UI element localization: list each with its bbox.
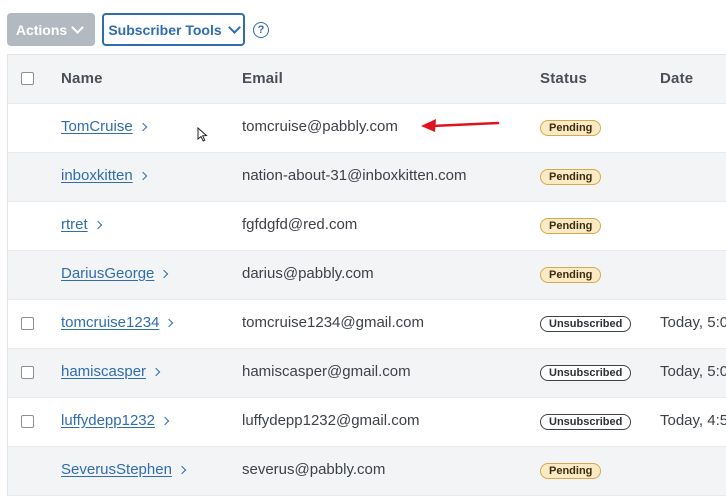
status-badge: Pending (540, 169, 602, 185)
chevron-down-icon (71, 21, 85, 34)
subscriber-name-link[interactable]: rtret (61, 216, 102, 233)
subscriber-name-link[interactable]: SeverusStephen (61, 461, 187, 478)
select-all-checkbox[interactable] (21, 72, 34, 85)
subscriber-date: Today, 4:5 (660, 412, 726, 429)
subscriber-name-link[interactable]: hamiscasper (61, 363, 161, 380)
table-row: hamiscasper hamiscasper@gmail.com Unsubs… (8, 349, 726, 398)
column-header-date[interactable]: Date (660, 70, 693, 87)
actions-label: Actions (15, 21, 68, 38)
help-icon[interactable]: ? (253, 22, 269, 38)
subscriber-tools-label: Subscriber Tools (108, 21, 222, 38)
table-row: TomCruise tomcruise@pabbly.com Pending (8, 104, 726, 153)
row-checkbox[interactable] (21, 415, 34, 428)
status-badge: Unsubscribed (540, 316, 632, 332)
subscribers-table: Name Email Status Date TomCruise tomcrui… (7, 54, 726, 496)
row-checkbox[interactable] (21, 317, 34, 330)
subscriber-email: nation-about-31@inboxkitten.com (242, 167, 467, 184)
status-badge: Unsubscribed (540, 365, 632, 381)
actions-button[interactable]: Actions (7, 13, 95, 46)
subscriber-email: luffydepp1232@gmail.com (242, 412, 420, 429)
chevron-right-icon (160, 416, 170, 426)
subscriber-email: tomcruise@pabbly.com (242, 118, 398, 135)
table-row: SeverusStephen severus@pabbly.com Pendin… (8, 447, 726, 496)
mouse-pointer-icon (197, 127, 208, 142)
table-row: tomcruise1234 tomcruise1234@gmail.com Un… (8, 300, 726, 349)
subscriber-name-link[interactable]: DariusGeorge (61, 265, 169, 282)
status-badge: Pending (540, 120, 602, 136)
table-header: Name Email Status Date (8, 55, 726, 104)
status-badge: Pending (540, 218, 602, 234)
column-header-status[interactable]: Status (540, 70, 587, 87)
chevron-down-icon (227, 21, 241, 34)
subscriber-name-link[interactable]: luffydepp1232 (61, 412, 170, 429)
subscriber-name-link[interactable]: tomcruise1234 (61, 314, 174, 331)
column-header-email[interactable]: Email (242, 70, 283, 87)
chevron-right-icon (160, 269, 169, 279)
chevron-right-icon (165, 318, 174, 328)
chevron-right-icon (151, 367, 161, 377)
subscriber-email: hamiscasper@gmail.com (242, 363, 411, 380)
table-row: rtret fgfdgfd@red.com Pending (8, 202, 726, 251)
status-badge: Pending (540, 463, 602, 479)
subscriber-date: Today, 5:0 (660, 314, 726, 331)
table-row: DariusGeorge darius@pabbly.com Pending (8, 251, 726, 300)
toolbar: Actions Subscriber Tools ? (0, 0, 726, 54)
row-checkbox[interactable] (21, 366, 34, 379)
chevron-right-icon (177, 465, 187, 475)
subscriber-date: Today, 5:0 (660, 363, 726, 380)
table-row: inboxkitten nation-about-31@inboxkitten.… (8, 153, 726, 202)
status-badge: Unsubscribed (540, 414, 632, 430)
table-row: luffydepp1232 luffydepp1232@gmail.com Un… (8, 398, 726, 447)
subscriber-name-link[interactable]: inboxkitten (61, 167, 147, 184)
subscriber-tools-button[interactable]: Subscriber Tools (102, 13, 245, 46)
subscriber-email: severus@pabbly.com (242, 461, 386, 478)
chevron-right-icon (138, 171, 147, 181)
subscriber-email: darius@pabbly.com (242, 265, 374, 282)
column-header-name[interactable]: Name (61, 70, 103, 87)
chevron-right-icon (138, 122, 147, 132)
subscriber-email: fgfdgfd@red.com (242, 216, 358, 233)
status-badge: Pending (540, 267, 602, 283)
subscriber-name-link[interactable]: TomCruise (61, 118, 147, 135)
subscriber-email: tomcruise1234@gmail.com (242, 314, 424, 331)
chevron-right-icon (93, 220, 102, 230)
